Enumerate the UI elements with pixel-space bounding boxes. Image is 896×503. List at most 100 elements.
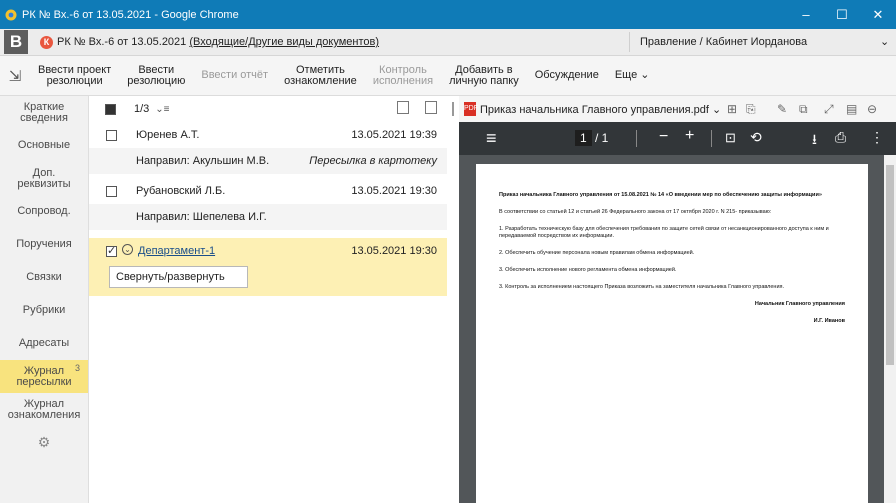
document-category-link[interactable]: (Входящие/Другие виды документов)	[189, 36, 379, 48]
more-icon[interactable]: ⊖	[867, 102, 877, 116]
chrome-icon	[5, 9, 17, 20]
signature-name: И.Г. Иванов	[813, 318, 845, 324]
pdf-viewer: PDF Приказ начальника Главного управлени…	[459, 96, 896, 503]
row-date: 13.05.2021 19:30	[351, 245, 437, 257]
pane-splitter[interactable]	[447, 96, 459, 503]
enter-resolution-button[interactable]: Ввести резолюцию	[119, 64, 193, 87]
sidebar-item-links[interactable]: Связки	[0, 261, 88, 294]
page-total: / 1	[595, 131, 609, 145]
fit-page-icon[interactable]: ⊡	[725, 130, 736, 146]
enter-resolution-draft-button[interactable]: Ввести проект резолюции	[30, 64, 119, 87]
more-button[interactable]: Еще	[607, 70, 658, 81]
mark-acquaintance-button[interactable]: Отметить ознакомление	[276, 64, 365, 87]
settings-gear-icon[interactable]: ⚙	[0, 426, 88, 459]
page-number-input[interactable]: 1	[575, 130, 592, 146]
department-link[interactable]: Департамент-1	[138, 245, 215, 257]
pdf-toolbar: ≡ 1 / 1 − + ⊡ ⟲ ⭳ ⎙ ⋮	[459, 122, 896, 155]
user-cabinet-selector[interactable]: Правление / Кабинет Иорданова	[640, 36, 807, 48]
sidebar-item-rubrics[interactable]: Рубрики	[0, 294, 88, 327]
sidebar-item-main[interactable]: Основные	[0, 129, 88, 162]
sidebar-item-acquaintance-log[interactable]: Журнал ознакомления	[0, 393, 88, 426]
sidebar-item-accompanying[interactable]: Сопровод.	[0, 195, 88, 228]
discussion-button[interactable]: Обсуждение	[527, 70, 607, 81]
recipient-name: Рубановский Л.Б.	[136, 185, 226, 197]
sidebar-item-extra-details[interactable]: Доп. реквизиты	[0, 162, 88, 195]
rk-status-icon: К	[40, 35, 53, 49]
list-item[interactable]: Рубановский Л.Б. 13.05.2021 19:30	[89, 178, 447, 204]
signature-title: Начальник Главного управления	[754, 301, 845, 307]
edit-icon[interactable]: ✎	[777, 102, 787, 116]
execution-control-button[interactable]: Контроль исполнения	[365, 64, 441, 87]
action-toolbar: ⇲ Ввести проект резолюции Ввести резолюц…	[0, 56, 896, 96]
row-date: 13.05.2021 19:39	[351, 129, 437, 141]
file-icon[interactable]: ▤	[846, 102, 857, 116]
minimize-button[interactable]: ‒	[788, 7, 824, 22]
forwarding-list: 1/3 ⌄≡ Юренев А.Т. 13.05.2021 19:39 Напр…	[89, 96, 447, 503]
enter-report-button[interactable]: Ввести отчёт	[193, 70, 276, 81]
download-icon[interactable]: ⭳	[812, 129, 817, 153]
count-badge: 3	[74, 363, 80, 373]
list-item[interactable]: Юренев А.Т. 13.05.2021 19:39	[89, 122, 447, 148]
viewer-scrollbar[interactable]	[884, 155, 896, 503]
document-icon[interactable]	[397, 101, 409, 114]
forward-type: Пересылка в картотеку	[309, 155, 437, 167]
rotate-icon[interactable]: ⟲	[750, 129, 762, 146]
sender-info: Направил: Шепелева И.Г.	[136, 211, 267, 223]
sidebar-item-label: Журнал пересылки	[16, 364, 72, 388]
sort-icon[interactable]: ⌄≡	[155, 104, 169, 115]
file-selector[interactable]: Приказ начальника Главного управления.pd…	[480, 103, 721, 116]
pdf-page: Приказ начальника Главного управления от…	[476, 164, 868, 503]
document-number: РК № Вх.-6 от 13.05.2021	[57, 36, 187, 48]
edit-icon[interactable]	[425, 101, 437, 114]
zoom-out-icon[interactable]: −	[659, 128, 668, 146]
order-title: Приказ начальника Главного управления от…	[499, 192, 822, 198]
sidebar-item-forwarding-log[interactable]: Журнал пересылки 3	[0, 360, 88, 393]
order-intro: В соответствии со статьей 12 и статьей 2…	[499, 209, 772, 215]
selection-counter: 1/3	[134, 103, 150, 115]
list-item-selected[interactable]: ⌄ Департамент-1 13.05.2021 19:30	[89, 238, 447, 264]
splitter-grip[interactable]	[452, 102, 454, 116]
row-checkbox-checked[interactable]	[106, 244, 117, 257]
divider	[629, 32, 630, 52]
pdf-file-icon: PDF	[464, 102, 478, 116]
expand-icon[interactable]: ⤢	[824, 102, 834, 117]
add-to-personal-folder-button[interactable]: Добавить в личную папку	[441, 64, 527, 87]
order-item: 1. Разработать техническую базу для обес…	[499, 226, 829, 239]
row-date: 13.05.2021 19:30	[351, 185, 437, 197]
chevron-down-icon[interactable]: ⌄	[880, 35, 889, 48]
sidebar-item-addressees[interactable]: Адресаты	[0, 327, 88, 360]
order-item: 3. Контроль за исполнением настоящего Пр…	[499, 284, 785, 290]
recipient-name: Юренев А.Т.	[136, 129, 200, 141]
app-logo: B	[4, 30, 28, 54]
scan-icon[interactable]: ⊞	[727, 102, 737, 116]
print-icon[interactable]: ⎙	[835, 129, 846, 146]
window-title: РК № Вх.-6 от 13.05.2021 - Google Chrome	[22, 8, 239, 21]
scrollbar-thumb[interactable]	[886, 165, 894, 365]
divider	[636, 130, 637, 147]
select-all-checkbox[interactable]	[105, 103, 116, 115]
exit-icon[interactable]: ⇲	[0, 67, 30, 85]
sender-info: Направил: Акульшин М.В.	[136, 155, 270, 167]
close-button[interactable]: ✕	[860, 7, 896, 23]
window-titlebar: РК № Вх.-6 от 13.05.2021 - Google Chrome…	[0, 0, 896, 29]
expand-toggle-icon[interactable]: ⌄	[122, 244, 133, 255]
attach-file-icon[interactable]: ⎘	[746, 102, 756, 117]
divider	[711, 130, 712, 147]
copy-icon[interactable]: ⧉	[799, 102, 808, 117]
list-header: 1/3 ⌄≡	[89, 96, 447, 122]
row-checkbox[interactable]	[106, 186, 117, 197]
selected-row-expansion: Свернуть/развернуть	[89, 264, 447, 296]
maximize-button[interactable]: ☐	[824, 7, 860, 23]
sidebar-item-summary[interactable]: Краткие сведения	[0, 96, 88, 129]
zoom-in-icon[interactable]: +	[685, 127, 694, 145]
sidebar-nav: Краткие сведения Основные Доп. реквизиты…	[0, 96, 89, 503]
more-options-icon[interactable]: ⋮	[870, 129, 884, 146]
order-item: 3. Обеспечить исполнение нового регламен…	[499, 267, 677, 273]
order-item: 2. Обеспечить обучение персонала новым п…	[499, 250, 695, 256]
list-item-details: Направил: Акульшин М.В. Пересылка в карт…	[89, 148, 447, 174]
sidebar-item-assignments[interactable]: Поручения	[0, 228, 88, 261]
menu-icon[interactable]: ≡	[486, 128, 497, 149]
row-checkbox[interactable]	[106, 130, 117, 141]
document-header: B К РК № Вх.-6 от 13.05.2021 (Входящие/Д…	[0, 29, 896, 56]
collapse-expand-tooltip: Свернуть/развернуть	[109, 266, 248, 288]
